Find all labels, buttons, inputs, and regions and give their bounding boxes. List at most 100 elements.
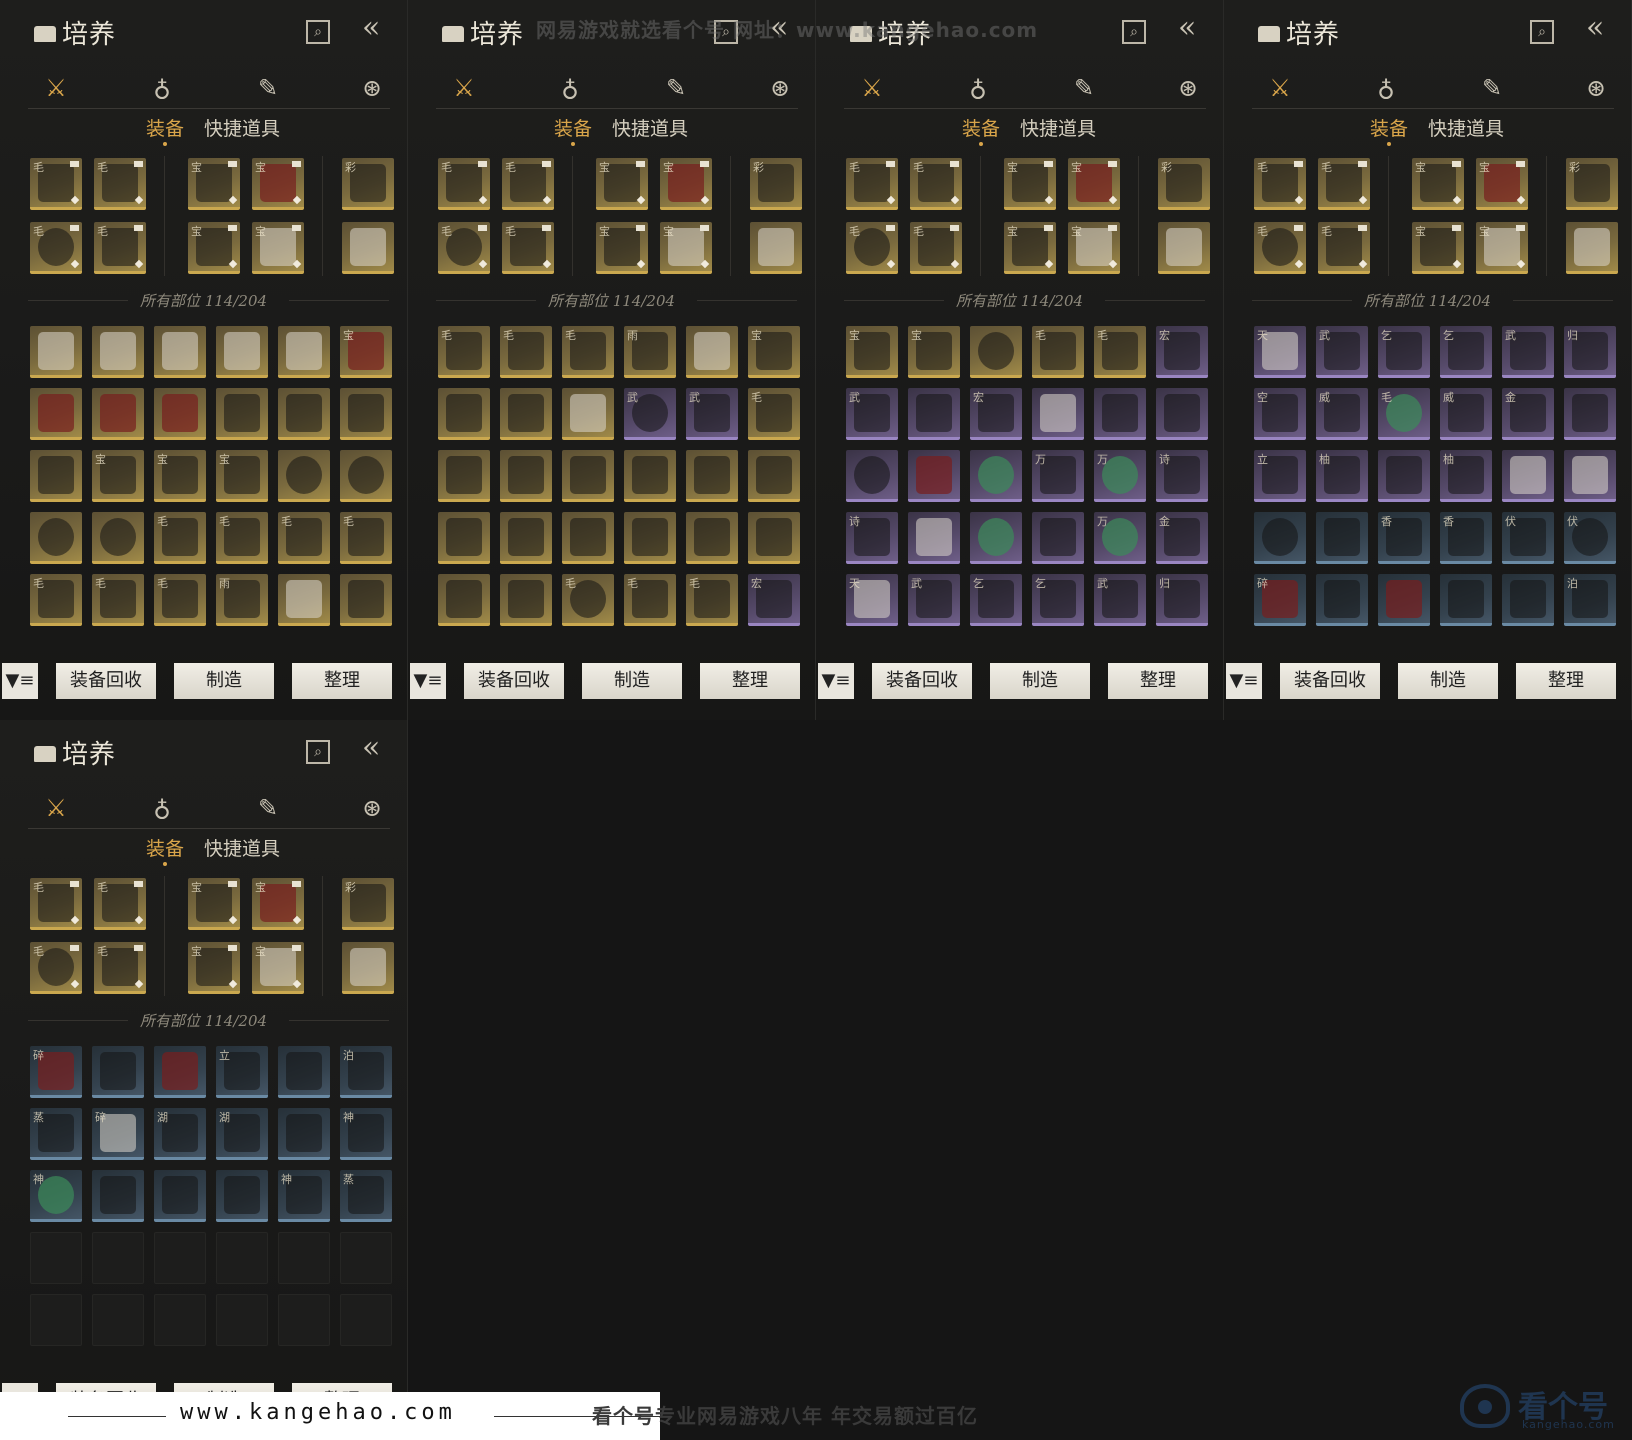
recycle-button[interactable]: 装备回收 [56, 663, 156, 699]
equipped-slot[interactable]: 宝 [1004, 222, 1056, 274]
equipped-slot[interactable]: 毛 [94, 942, 146, 994]
inventory-slot[interactable] [1254, 512, 1306, 564]
inventory-slot[interactable] [1440, 574, 1492, 626]
back-arrows-icon[interactable]: « [362, 730, 380, 765]
equipped-slot[interactable] [342, 942, 394, 994]
equipped-slot[interactable]: 宝 [1476, 158, 1528, 210]
equipped-slot[interactable] [750, 222, 802, 274]
inventory-slot[interactable]: 蒸 [340, 1170, 392, 1222]
inventory-slot[interactable]: 毛 [1378, 388, 1430, 440]
inventory-slot[interactable] [92, 512, 144, 564]
inventory-slot[interactable]: 柚 [1316, 450, 1368, 502]
equipped-slot[interactable]: 彩 [342, 878, 394, 930]
inventory-slot[interactable] [1564, 388, 1616, 440]
scroll-icon[interactable]: ✎ [656, 70, 696, 106]
tab-equipment[interactable]: 装备 [554, 114, 592, 146]
inventory-slot[interactable]: 毛 [1032, 326, 1084, 378]
search-icon[interactable]: ⌕ [1530, 20, 1554, 44]
inventory-slot[interactable] [562, 388, 614, 440]
inventory-slot[interactable] [216, 388, 268, 440]
inventory-slot[interactable]: 立 [216, 1046, 268, 1098]
inventory-slot[interactable]: 诗 [1156, 450, 1208, 502]
equipped-slot[interactable]: 宝 [188, 942, 240, 994]
inventory-slot[interactable] [1378, 574, 1430, 626]
equipped-slot[interactable] [1566, 222, 1618, 274]
inventory-slot[interactable] [216, 1170, 268, 1222]
inventory-slot[interactable] [92, 326, 144, 378]
inventory-slot[interactable] [340, 388, 392, 440]
equipped-slot[interactable]: 宝 [188, 222, 240, 274]
inventory-slot[interactable]: 威 [1316, 388, 1368, 440]
equipped-slot[interactable]: 毛 [910, 222, 962, 274]
inventory-slot[interactable]: 宝 [216, 450, 268, 502]
inventory-slot[interactable]: 武 [1502, 326, 1554, 378]
inventory-slot[interactable]: 乞 [1440, 326, 1492, 378]
inventory-slot[interactable]: 归 [1564, 326, 1616, 378]
inventory-slot[interactable] [970, 450, 1022, 502]
inventory-slot[interactable] [1316, 574, 1368, 626]
inventory-slot[interactable] [500, 450, 552, 502]
equipped-slot[interactable]: 毛 [910, 158, 962, 210]
sort-button[interactable]: 整理 [1516, 663, 1616, 699]
equipped-slot[interactable] [1158, 222, 1210, 274]
scroll-icon[interactable]: ✎ [1472, 70, 1512, 106]
inventory-slot[interactable]: 宏 [970, 388, 1022, 440]
weapon-crossed-swords-icon[interactable]: ⚔ [36, 790, 76, 826]
equipped-slot[interactable]: 宝 [596, 222, 648, 274]
craft-button[interactable]: 制造 [990, 663, 1090, 699]
inventory-slot[interactable]: 毛 [686, 574, 738, 626]
inventory-slot[interactable]: 万 [1094, 512, 1146, 564]
inventory-slot[interactable]: 毛 [92, 574, 144, 626]
inventory-slot[interactable]: 雨 [624, 326, 676, 378]
inventory-slot[interactable] [624, 450, 676, 502]
equipped-slot[interactable]: 毛 [30, 222, 82, 274]
inventory-slot[interactable] [1502, 450, 1554, 502]
inventory-slot[interactable]: 湖 [154, 1108, 206, 1160]
equipped-slot[interactable]: 毛 [438, 158, 490, 210]
inventory-slot[interactable] [438, 388, 490, 440]
weapon-crossed-swords-icon[interactable]: ⚔ [36, 70, 76, 106]
tab-equipment[interactable]: 装备 [146, 834, 184, 866]
inventory-slot[interactable]: 泊 [340, 1046, 392, 1098]
tab-quick-items[interactable]: 快捷道具 [612, 114, 688, 141]
equipped-slot[interactable]: 毛 [438, 222, 490, 274]
inventory-slot[interactable] [908, 450, 960, 502]
inventory-slot[interactable] [686, 512, 738, 564]
inventory-slot[interactable] [624, 512, 676, 564]
inventory-slot[interactable] [30, 512, 82, 564]
inventory-slot[interactable] [1094, 388, 1146, 440]
weapon-crossed-swords-icon[interactable]: ⚔ [852, 70, 892, 106]
inventory-slot[interactable]: 柚 [1440, 450, 1492, 502]
inventory-slot[interactable]: 武 [908, 574, 960, 626]
equipped-slot[interactable]: 彩 [1566, 158, 1618, 210]
inventory-slot[interactable]: 蒸 [30, 1108, 82, 1160]
equipped-slot[interactable]: 宝 [252, 878, 304, 930]
inventory-slot[interactable]: 毛 [624, 574, 676, 626]
inventory-slot[interactable] [154, 326, 206, 378]
ornament-icon[interactable]: ⊛ [1576, 70, 1616, 106]
inventory-slot[interactable]: 归 [1156, 574, 1208, 626]
inventory-slot[interactable]: 万 [1094, 450, 1146, 502]
inventory-slot[interactable] [562, 512, 614, 564]
inventory-slot[interactable] [278, 388, 330, 440]
inventory-slot[interactable] [908, 512, 960, 564]
equipped-slot[interactable]: 宝 [1476, 222, 1528, 274]
inventory-slot[interactable]: 宝 [154, 450, 206, 502]
inventory-slot[interactable] [846, 450, 898, 502]
inventory-slot[interactable] [278, 326, 330, 378]
equipped-slot[interactable]: 彩 [342, 158, 394, 210]
inventory-slot[interactable]: 毛 [500, 326, 552, 378]
inventory-slot[interactable]: 武 [624, 388, 676, 440]
inventory-slot[interactable] [908, 388, 960, 440]
inventory-slot[interactable] [1032, 512, 1084, 564]
sort-button[interactable]: 整理 [292, 663, 392, 699]
inventory-slot[interactable] [154, 1170, 206, 1222]
inventory-slot[interactable]: 宝 [846, 326, 898, 378]
inventory-slot[interactable] [92, 1046, 144, 1098]
search-icon[interactable]: ⌕ [306, 740, 330, 764]
pouch-icon[interactable]: ♁ [142, 70, 182, 106]
back-arrows-icon[interactable]: « [1586, 10, 1604, 45]
inventory-slot[interactable]: 毛 [562, 326, 614, 378]
inventory-slot[interactable] [1378, 450, 1430, 502]
craft-button[interactable]: 制造 [1398, 663, 1498, 699]
